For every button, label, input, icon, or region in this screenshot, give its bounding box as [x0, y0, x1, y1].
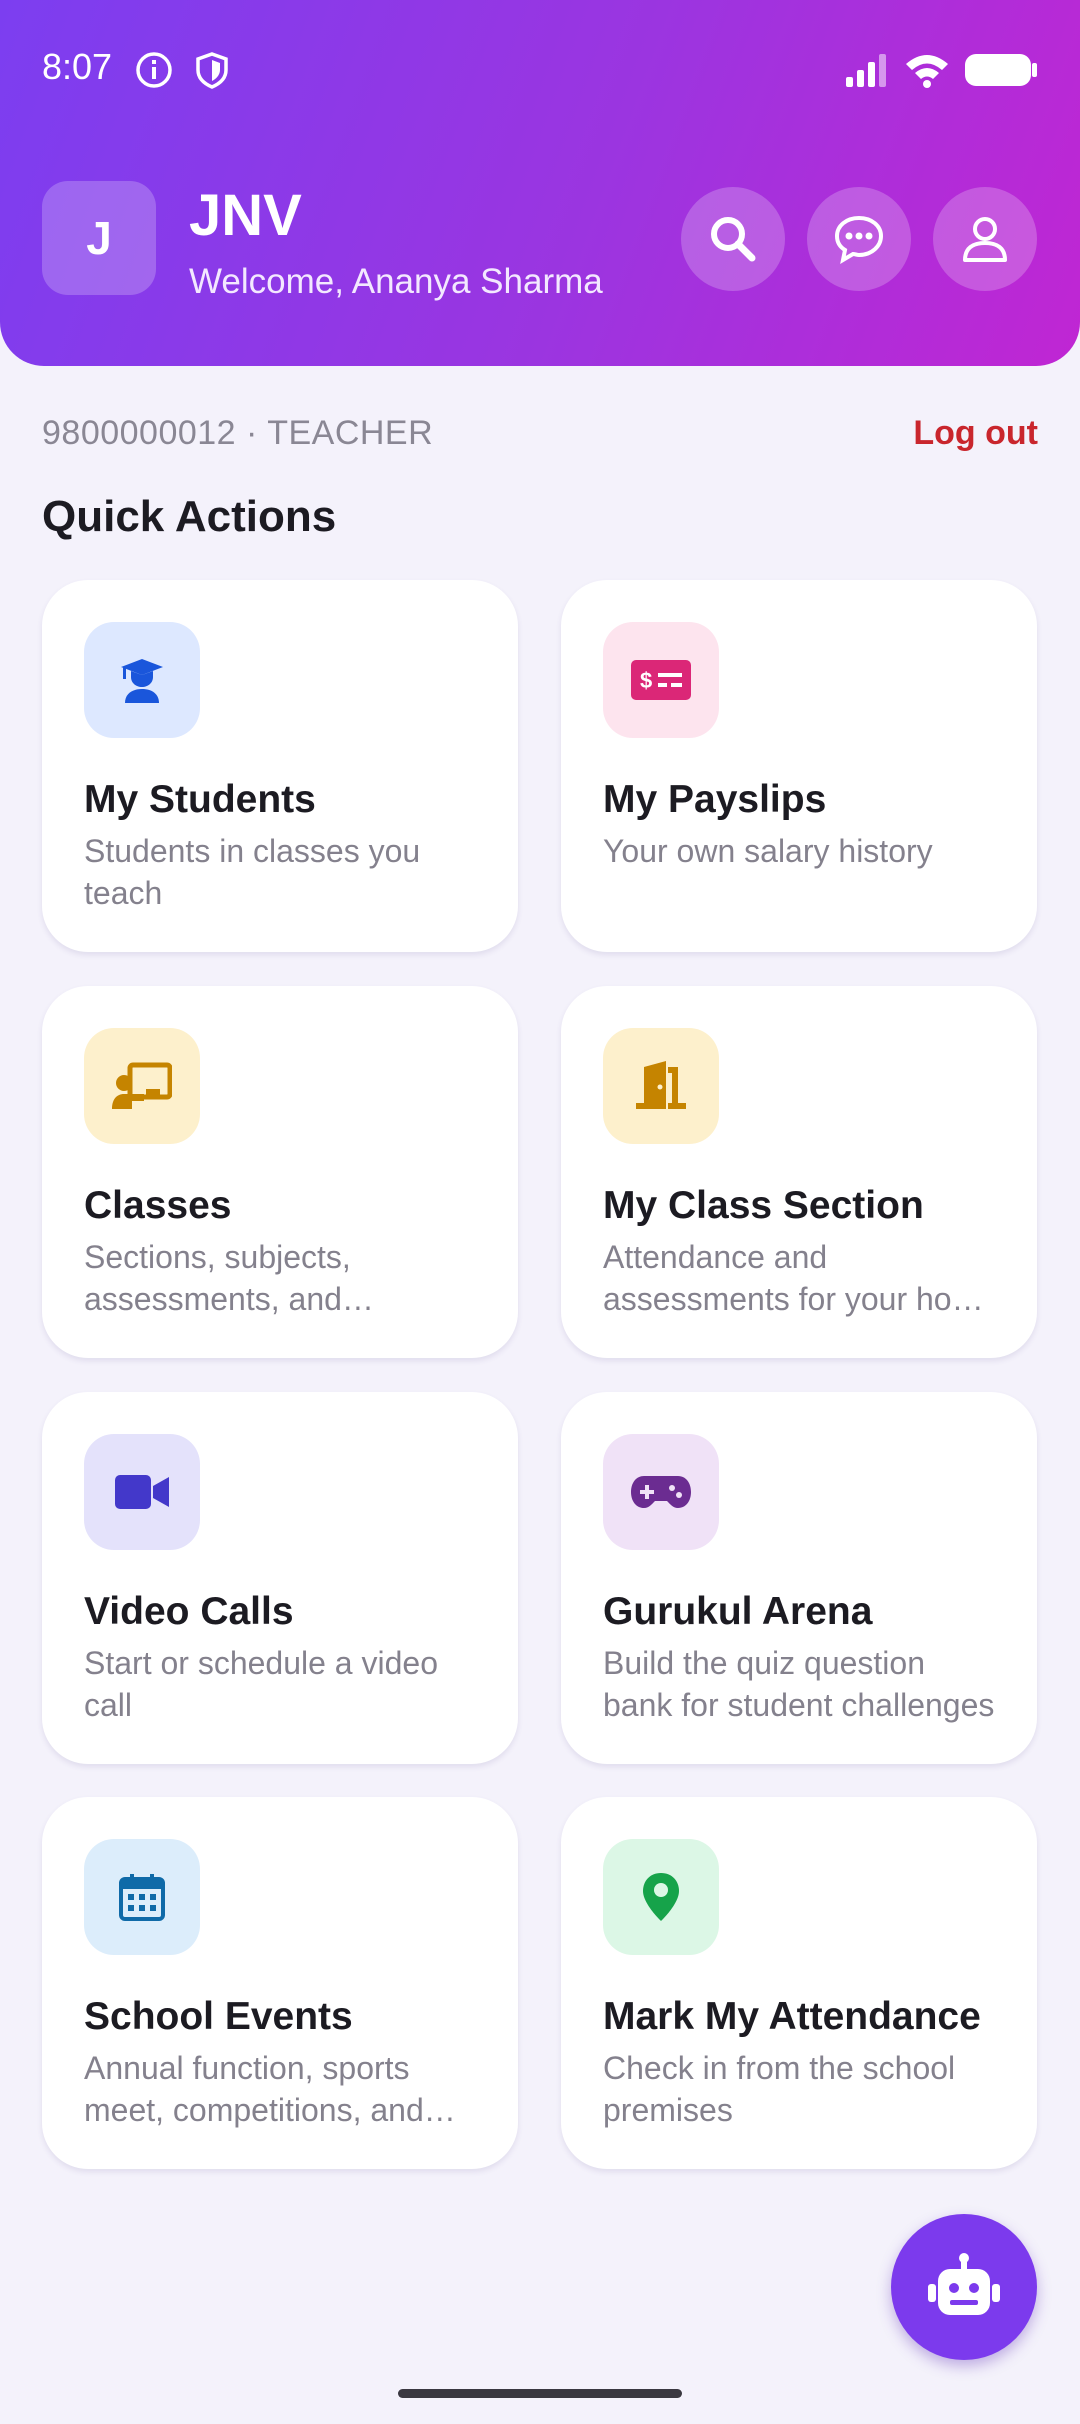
svg-text:$: $ [640, 668, 652, 693]
search-button[interactable] [681, 187, 785, 291]
card-description: Attendance and assessments for your home… [603, 1239, 997, 1317]
card-description: Start or schedule a video call [84, 1645, 438, 1723]
info-icon [136, 52, 172, 88]
shield-icon [196, 52, 228, 89]
card-mark-my-attendance[interactable]: Mark My Attendance Check in from the sch… [561, 1797, 1037, 2169]
card-icon-box [84, 622, 200, 738]
app-header: 8:07 J JNV Welcome, Ananya Sharma [0, 0, 1080, 366]
card-gurukul-arena[interactable]: Gurukul Arena Build the quiz question ba… [561, 1392, 1037, 1764]
card-icon-box [84, 1434, 200, 1550]
logout-button[interactable]: Log out [913, 414, 1038, 453]
welcome-text: Welcome, Ananya Sharma [189, 262, 603, 301]
card-icon-box [603, 1839, 719, 1955]
home-indicator[interactable] [398, 2389, 682, 2398]
status-right-icons [844, 50, 1038, 90]
signal-icon [846, 54, 886, 87]
card-description: Check in from the school premises [603, 2050, 956, 2128]
card-school-events[interactable]: School Events Annual function, sports me… [42, 1797, 518, 2169]
card-my-payslips[interactable]: $ My Payslips Your own salary history [561, 580, 1037, 952]
card-title: My Class Section [603, 1184, 924, 1227]
card-title: Video Calls [84, 1590, 294, 1633]
wifi-icon [906, 55, 948, 88]
card-icon-box: $ [603, 622, 719, 738]
quick-actions-title: Quick Actions [42, 492, 337, 541]
gamepad-icon [631, 1476, 691, 1508]
graduate-icon [121, 659, 163, 703]
card-title: My Payslips [603, 778, 827, 821]
card-icon-box [84, 1839, 200, 1955]
card-classes[interactable]: Classes Sections, subjects, assessments,… [42, 986, 518, 1358]
account-info: 9800000012 · TEACHER [42, 414, 434, 452]
school-avatar: J [42, 181, 156, 295]
video-camera-icon [115, 1475, 169, 1509]
card-description: Your own salary history [603, 833, 933, 869]
battery-icon [965, 54, 1037, 86]
location-pin-icon [643, 1873, 679, 1921]
teacher-board-icon [112, 1062, 172, 1109]
robot-icon [928, 2253, 1000, 2315]
user-icon [963, 217, 1007, 262]
card-icon-box [603, 1434, 719, 1550]
chat-icon [834, 215, 884, 265]
card-icon-box [603, 1028, 719, 1144]
calendar-icon [119, 1874, 165, 1921]
card-title: Gurukul Arena [603, 1590, 873, 1633]
search-icon [711, 217, 756, 262]
card-description: Build the quiz question bank for student… [603, 1645, 995, 1723]
card-title: Classes [84, 1184, 232, 1227]
card-video-calls[interactable]: Video Calls Start or schedule a video ca… [42, 1392, 518, 1764]
assistant-bot-button[interactable] [891, 2214, 1037, 2360]
payslip-icon: $ [631, 660, 691, 700]
card-title: Mark My Attendance [603, 1995, 981, 2038]
profile-button[interactable] [933, 187, 1037, 291]
card-description: Annual function, sports meet, competitio… [84, 2050, 424, 2128]
messages-button[interactable] [807, 187, 911, 291]
card-description: Sections, subjects, assessments, and att… [84, 1239, 351, 1317]
card-my-class-section[interactable]: My Class Section Attendance and assessme… [561, 986, 1037, 1358]
status-bar: 8:07 [0, 0, 1080, 140]
app-title: JNV [189, 183, 302, 248]
card-description: Students in classes you teach [84, 833, 421, 911]
door-icon [636, 1061, 686, 1109]
status-time: 8:07 [42, 46, 113, 87]
card-title: My Students [84, 778, 316, 821]
card-icon-box [84, 1028, 200, 1144]
card-my-students[interactable]: My Students Students in classes you teac… [42, 580, 518, 952]
card-title: School Events [84, 1995, 353, 2038]
